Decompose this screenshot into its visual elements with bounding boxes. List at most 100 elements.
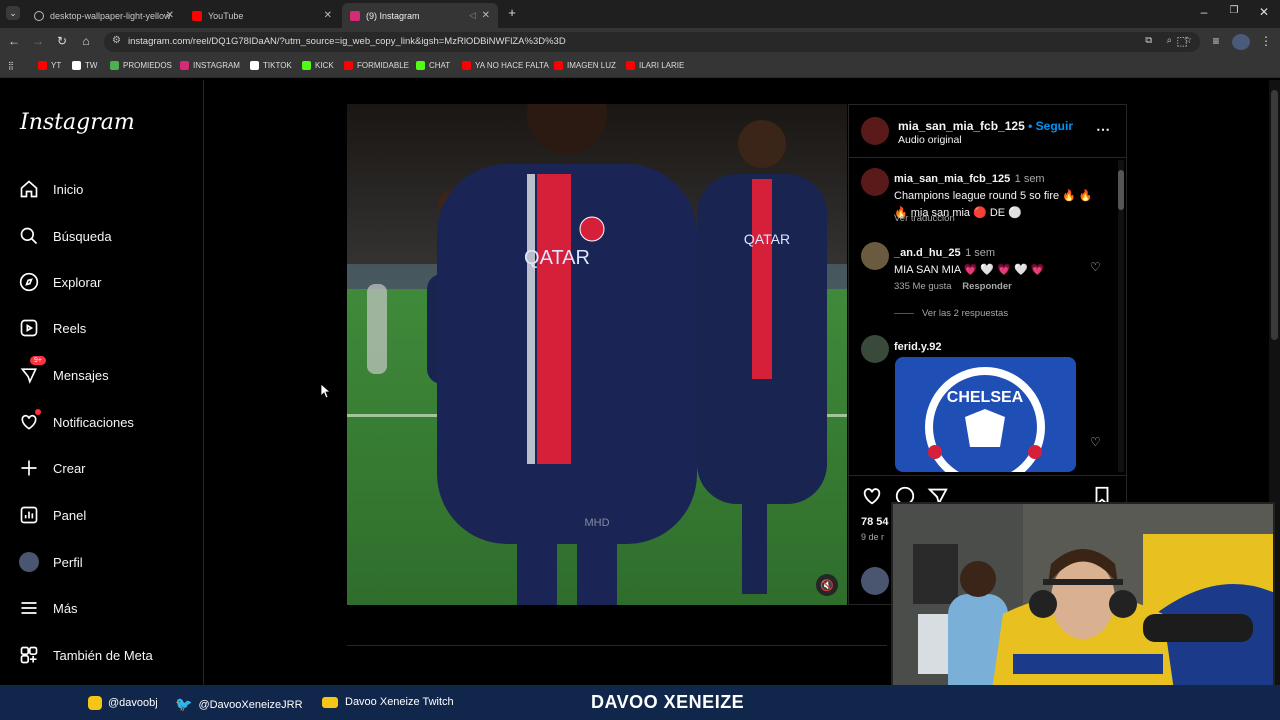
extensions-icon[interactable]: ⬚: [1174, 34, 1190, 48]
comment-username[interactable]: mia_san_mia_fcb_125: [894, 173, 1010, 185]
nav-label: Perfil: [53, 554, 83, 570]
bookmark-chat[interactable]: CHAT: [416, 61, 450, 70]
commenter-avatar[interactable]: [861, 242, 889, 270]
tab-youtube[interactable]: YouTube ✕: [184, 3, 340, 28]
commenter-avatar[interactable]: [861, 168, 889, 196]
nav-crear[interactable]: Crear: [18, 453, 198, 483]
install-app-icon[interactable]: ⧉: [1145, 35, 1152, 46]
plus-icon: [18, 457, 40, 479]
comment-likes[interactable]: 335 Me gusta: [894, 281, 952, 292]
bookmarks-bar: ⣿ YT TW PROMIEDOS INSTAGRAM TIKTOK KICK FORMID…: [0, 56, 1280, 78]
nav-explorar[interactable]: Explorar: [18, 267, 198, 297]
nav-notificaciones[interactable]: Notificaciones: [18, 407, 198, 437]
chelsea-crest-icon: CHELSEA: [925, 367, 1045, 472]
tab-search-icon[interactable]: ⌄: [6, 6, 20, 20]
close-icon[interactable]: ✕: [482, 10, 490, 21]
instagram-icon: [350, 10, 360, 21]
audio-label[interactable]: Audio original: [898, 134, 962, 146]
nav-mas[interactable]: Más: [18, 593, 198, 623]
url-input[interactable]: ⚙ instagram.com/reel/DQ1G78IDaAN/?utm_so…: [104, 32, 1200, 52]
bookmark-kick[interactable]: KICK: [302, 61, 334, 70]
view-replies-link[interactable]: Ver las 2 respuestas: [894, 308, 1008, 319]
apps-icon[interactable]: ⣿: [8, 61, 14, 70]
stream-twitter-handle: @DavooXeneizeJRR: [198, 698, 303, 711]
reply-link[interactable]: Responder: [962, 281, 1012, 292]
nav-inicio[interactable]: Inicio: [18, 174, 198, 204]
reel-video[interactable]: QATAR QATAR MHD 🔇: [347, 104, 847, 605]
comments-scrollbar[interactable]: [1118, 160, 1124, 472]
site-info-icon[interactable]: ⚙: [112, 35, 121, 46]
nav-busqueda[interactable]: Búsqueda: [18, 221, 198, 251]
kebab-menu-icon[interactable]: ⋮: [1258, 34, 1274, 48]
new-tab-button[interactable]: +: [504, 5, 520, 20]
bookmark-yt[interactable]: YT: [38, 61, 61, 70]
more-options-icon[interactable]: ⋯: [1096, 121, 1110, 138]
stream-instagram: @davoobj: [88, 696, 158, 710]
like-comment-icon[interactable]: ♡: [1090, 435, 1101, 449]
nav-mensajes[interactable]: 9+ Mensajes: [18, 356, 198, 390]
like-icon[interactable]: [861, 485, 883, 512]
window-close-icon[interactable]: ✕: [1256, 5, 1272, 19]
bookmark-instagram[interactable]: INSTAGRAM: [180, 61, 240, 70]
streamer-name: DAVOO XENEIZE: [591, 692, 745, 712]
author-avatar[interactable]: [861, 117, 889, 145]
bookmark-favicon-icon: [250, 61, 259, 70]
like-comment-icon[interactable]: ♡: [1090, 260, 1101, 274]
comment-item: ferid.y.92: [894, 337, 942, 355]
mute-icon[interactable]: 🔇: [816, 574, 838, 596]
nav-perfil[interactable]: Perfil: [18, 547, 198, 577]
bookmark-tiktok[interactable]: TIKTOK: [250, 61, 292, 70]
bookmark-tw[interactable]: TW: [72, 61, 97, 70]
nav-meta[interactable]: También de Meta: [18, 640, 198, 670]
divider: [849, 157, 1126, 158]
tab-instagram[interactable]: (9) Instagram ◁ ✕: [342, 3, 498, 28]
bookmark-formidable[interactable]: FORMIDABLE: [344, 61, 409, 70]
tab-wallpaper[interactable]: desktop-wallpaper-light-yellow ✕: [26, 3, 182, 28]
translate-link[interactable]: Ver traducción: [894, 213, 955, 224]
crest-text: CHELSEA: [947, 389, 1024, 406]
reels-icon: [18, 317, 40, 339]
bookmark-imagen-luz[interactable]: IMAGEN LUZ: [554, 61, 616, 70]
follow-link[interactable]: • Seguir: [1028, 119, 1073, 133]
profile-avatar[interactable]: [1232, 34, 1250, 50]
bookmark-ya-no-hace-falta[interactable]: YA NO HACE FALTA: [462, 61, 549, 70]
close-icon[interactable]: ✕: [166, 10, 174, 21]
comment-image[interactable]: CHELSEA: [895, 357, 1076, 472]
url-text: instagram.com/reel/DQ1G78IDaAN/?utm_sour…: [128, 36, 566, 47]
reload-icon[interactable]: ↻: [54, 34, 70, 48]
comment-username[interactable]: _an.d_hu_25: [894, 247, 961, 259]
author-username[interactable]: mia_san_mia_fcb_125: [898, 119, 1025, 133]
messenger-icon: 9+: [18, 356, 46, 386]
back-icon[interactable]: ←: [6, 34, 22, 48]
globe-icon: [34, 10, 44, 21]
comment-username[interactable]: ferid.y.92: [894, 341, 942, 353]
media-icon[interactable]: ≡: [1208, 34, 1224, 48]
bookmark-label: YT: [51, 61, 62, 70]
nav-label: Panel: [53, 507, 87, 523]
zoom-icon[interactable]: ⌕: [1167, 35, 1172, 46]
commenter-avatar[interactable]: [861, 335, 889, 363]
forward-icon[interactable]: →: [30, 34, 46, 48]
bookmark-ilari-larie[interactable]: ILARI LARIE: [626, 61, 684, 70]
bookmark-promiedos[interactable]: PROMIEDOS: [110, 61, 172, 70]
close-icon[interactable]: ✕: [324, 10, 332, 21]
bookmark-label: PROMIEDOS: [123, 61, 172, 70]
comment-text: MIA SAN MIA 💗 🤍 💗 🤍 💗: [894, 264, 1045, 276]
post-header: mia_san_mia_fcb_125 • Seguir: [898, 119, 1073, 133]
stream-youtube: Davoo Xeneize Twitch: [322, 696, 454, 708]
svg-text:QATAR: QATAR: [744, 231, 790, 247]
nav-panel[interactable]: Panel: [18, 500, 198, 530]
minimize-icon[interactable]: –: [1196, 5, 1212, 19]
nav-label: Inicio: [53, 181, 84, 197]
likes-count[interactable]: 78 54: [861, 516, 889, 528]
nav-reels[interactable]: Reels: [18, 313, 198, 343]
instagram-logo[interactable]: Instagram: [20, 110, 135, 135]
scrollbar-thumb[interactable]: [1118, 170, 1124, 210]
restore-icon[interactable]: ❐: [1226, 5, 1242, 16]
page-scrollbar-thumb[interactable]: [1271, 90, 1278, 340]
audio-muted-icon[interactable]: ◁: [469, 10, 476, 21]
browser-tab-bar: ⌄ desktop-wallpaper-light-yellow ✕ YouTu…: [0, 0, 1280, 28]
home-icon[interactable]: ⌂: [78, 34, 94, 48]
self-avatar: [861, 567, 889, 595]
bookmark-favicon-icon: [554, 61, 563, 70]
